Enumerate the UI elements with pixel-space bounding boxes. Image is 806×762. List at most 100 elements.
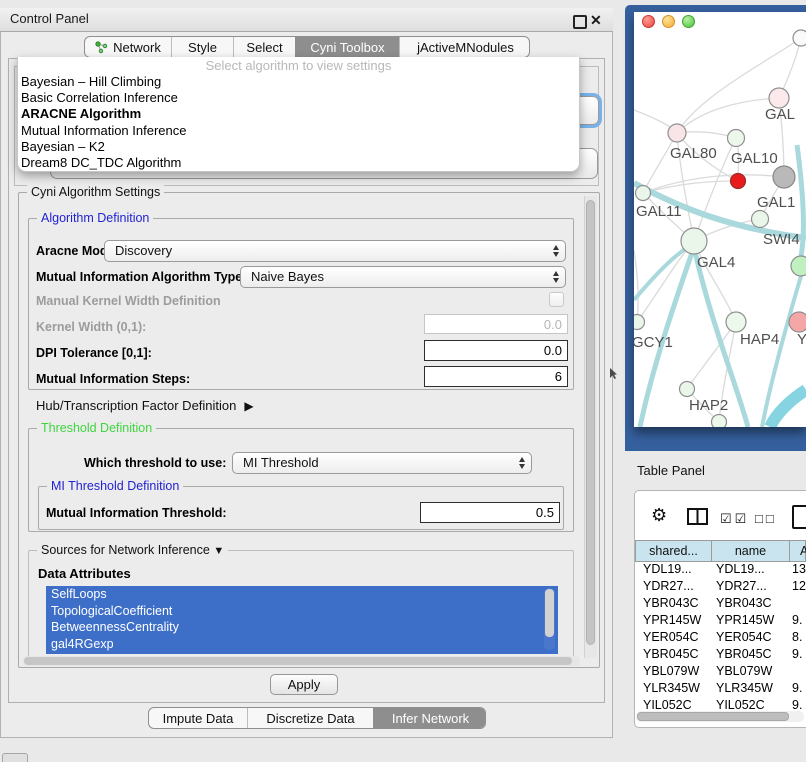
tab-select[interactable]: Select — [233, 37, 295, 57]
horizontal-scrollbar-thumb[interactable] — [24, 657, 572, 665]
cell-shared-name: YER054C — [643, 630, 699, 644]
column-header-name[interactable]: name — [711, 540, 790, 562]
node-gcy1[interactable] — [634, 315, 645, 330]
menu-item[interactable]: Bayesian – K2 — [18, 139, 579, 155]
network-nodes[interactable] — [634, 30, 806, 427]
threshold-combobox[interactable]: MI Threshold — [232, 452, 532, 474]
column-header-partial[interactable]: A — [789, 540, 806, 562]
tab-label: jActiveMNodules — [417, 40, 514, 55]
float-window-icon[interactable] — [573, 15, 587, 29]
menu-item-selected[interactable]: ARACNE Algorithm — [18, 106, 579, 122]
screen: Control Panel ✕ Network Style Select Cyn… — [0, 0, 806, 762]
cell-name: YBL079W — [716, 664, 772, 678]
window-minimize-icon[interactable] — [662, 15, 675, 28]
list-item[interactable]: BetweennessCentrality — [46, 619, 558, 636]
deselect-all-icon[interactable]: □□ — [755, 511, 777, 526]
node-gal11[interactable] — [636, 186, 651, 201]
table-row[interactable]: YLR345W YLR345W 9. — [635, 681, 806, 698]
cell-value: 9. — [792, 647, 802, 661]
menu-item[interactable]: Mutual Information Inference — [18, 123, 579, 139]
gear-icon[interactable]: ⚙ — [651, 505, 667, 526]
apply-button[interactable]: Apply — [270, 674, 338, 695]
cell-name: YDL19... — [716, 562, 765, 576]
list-item[interactable]: TopologicalCoefficient — [46, 603, 558, 620]
window-close-icon[interactable] — [642, 15, 655, 28]
node-salmon[interactable] — [789, 312, 806, 332]
tab-label: Cyni Toolbox — [310, 40, 384, 55]
hub-definition-label: Hub/Transcription Factor Definition — [36, 398, 236, 413]
tab-discretize-data[interactable]: Discretize Data — [247, 708, 373, 728]
split-columns-icon[interactable] — [687, 508, 708, 525]
cell-value: 8. — [792, 630, 802, 644]
cell-value: 9. — [792, 613, 802, 627]
tab-jactivemnodules[interactable]: jActiveMNodules — [399, 37, 530, 57]
mi-threshold-field[interactable] — [420, 502, 560, 523]
node-gal4[interactable] — [681, 228, 707, 254]
sources-expander[interactable]: Sources for Network Inference ▼ — [37, 543, 228, 557]
mi-steps-field[interactable] — [424, 366, 568, 387]
table-row[interactable]: YBR045C YBR045C 9. — [635, 647, 806, 664]
table-row[interactable]: YPR145W YPR145W 9. — [635, 613, 806, 630]
combobox-stepper-icon — [553, 245, 559, 257]
cell-name: YBR045C — [716, 647, 772, 661]
list-item[interactable]: gal4RGexp — [46, 636, 558, 653]
tab-infer-network[interactable]: Infer Network — [373, 708, 486, 728]
node-gal[interactable] — [769, 88, 789, 108]
menu-item[interactable]: Dream8 DC_TDC Algorithm — [18, 155, 579, 171]
column-header-shared-name[interactable]: shared... — [635, 540, 712, 562]
tab-label: Select — [246, 40, 282, 55]
manual-kernel-label: Manual Kernel Width Definition — [36, 294, 221, 308]
table-row[interactable]: YDL19... YDL19... 13 — [635, 562, 806, 579]
table-row[interactable]: YBL079W YBL079W — [635, 664, 806, 681]
node-hap4[interactable] — [726, 312, 746, 332]
mi-type-combobox[interactable]: Naive Bayes — [240, 266, 566, 288]
node-gal80[interactable] — [668, 124, 686, 142]
close-icon[interactable]: ✕ — [590, 12, 602, 29]
network-graph[interactable]: GAL GAL80 GAL10 GAL1 GAL11 SWI4 GAL4 GCY… — [634, 28, 806, 427]
window-zoom-icon[interactable] — [682, 15, 695, 28]
table-row[interactable]: YBR043C YBR043C — [635, 596, 806, 613]
cell-value: 12 — [792, 579, 806, 593]
select-all-icon[interactable]: ☑☑ — [720, 511, 749, 527]
settings-scrollbar-thumb[interactable] — [586, 200, 595, 645]
tab-impute-data[interactable]: Impute Data — [149, 708, 247, 728]
node-green[interactable] — [791, 256, 806, 276]
network-icon — [95, 41, 108, 54]
list-item[interactable]: SelfLoops — [46, 586, 558, 603]
attributes-scrollbar-thumb[interactable] — [545, 589, 554, 637]
minimized-panel-stub[interactable] — [2, 753, 28, 762]
data-attributes-list[interactable]: SelfLoops TopologicalCoefficient Between… — [46, 586, 558, 654]
menu-item[interactable]: Bayesian – Hill Climbing — [18, 74, 579, 90]
aracne-mode-combobox[interactable]: Discovery — [104, 240, 566, 262]
group-title: Threshold Definition — [37, 421, 156, 435]
table-panel-title: Table Panel — [637, 463, 705, 478]
table-row[interactable]: YIL052C YIL052C 9. — [635, 698, 806, 711]
table-horizontal-scrollbar-thumb[interactable] — [637, 712, 789, 721]
node[interactable] — [712, 415, 727, 428]
table-row[interactable]: YER054C YER054C 8. — [635, 630, 806, 647]
group-title: Algorithm Definition — [37, 211, 153, 225]
menu-item[interactable]: Basic Correlation Inference — [18, 90, 579, 106]
node-selected-red[interactable] — [731, 174, 746, 189]
tab-cyni-toolbox[interactable]: Cyni Toolbox — [295, 37, 399, 57]
hub-definition-expander[interactable]: Hub/Transcription Factor Definition▶ — [36, 398, 254, 413]
document-icon[interactable] — [792, 505, 806, 529]
kernel-width-field[interactable] — [424, 314, 568, 334]
table-row[interactable]: YDR27... YDR27... 12 — [635, 579, 806, 596]
manual-kernel-checkbox[interactable] — [549, 292, 564, 307]
node-gray[interactable] — [773, 166, 795, 188]
node[interactable] — [793, 30, 806, 46]
tab-style[interactable]: Style — [171, 37, 233, 57]
group-title: Cyni Algorithm Settings — [27, 185, 164, 199]
tab-network[interactable]: Network — [85, 37, 171, 57]
node-label: GAL — [765, 106, 795, 123]
cell-name: YLR345W — [716, 681, 773, 695]
dpi-tolerance-field[interactable] — [424, 340, 568, 361]
node-label: GCY1 — [634, 334, 673, 351]
node-label: GAL11 — [636, 203, 682, 220]
table-body[interactable]: YDL19... YDL19... 13 YDR27... YDR27... 1… — [635, 562, 806, 711]
node-gal10[interactable] — [728, 130, 745, 147]
node-hap2[interactable] — [680, 382, 695, 397]
node-gal1[interactable] — [752, 211, 769, 228]
network-node-labels: GAL GAL80 GAL10 GAL1 GAL11 SWI4 GAL4 GCY… — [634, 106, 806, 414]
